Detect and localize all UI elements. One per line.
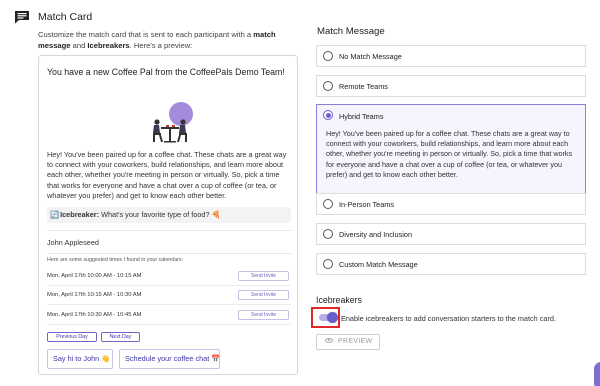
option-label: Custom Match Message xyxy=(339,260,418,269)
divider xyxy=(47,230,291,231)
option-diversity-and-inclusion[interactable]: Diversity and Inclusion xyxy=(316,223,586,245)
time-slot-row: Mon, April 17th 10:15 AM - 10:30 AM Send… xyxy=(47,290,291,302)
match-card-preview: You have a new Coffee Pal from the Coffe… xyxy=(38,55,298,375)
icebreaker-text: What's your favorite type of food? 🍕 xyxy=(99,210,221,219)
radio-button[interactable] xyxy=(323,51,333,61)
option-label: Diversity and Inclusion xyxy=(339,230,413,239)
chat-icon xyxy=(15,11,29,24)
send-invite-button[interactable]: Send Invite xyxy=(238,310,289,320)
radio-button-selected[interactable] xyxy=(323,110,333,120)
option-remote-teams[interactable]: Remote Teams xyxy=(316,75,586,97)
divider xyxy=(47,253,291,254)
radio-button[interactable] xyxy=(323,229,333,239)
preview-button[interactable]: PREVIEW xyxy=(316,334,380,350)
option-label: In-Person Teams xyxy=(339,200,395,209)
card-header: You have a new Coffee Pal from the Coffe… xyxy=(47,67,285,77)
option-label: No Match Message xyxy=(339,52,402,61)
time-slot-label: Mon, April 17th 10:00 AM - 10:15 AM xyxy=(47,273,142,279)
icebreakers-title: Icebreakers xyxy=(316,295,362,305)
next-day-button[interactable]: Next Day xyxy=(101,332,140,342)
toggle-knob[interactable] xyxy=(327,312,338,323)
coffee-chat-illustration xyxy=(153,102,193,143)
refresh-icon: 🔄 xyxy=(50,210,60,219)
divider xyxy=(47,285,291,286)
send-invite-button[interactable]: Send Invite xyxy=(238,271,289,281)
divider xyxy=(47,324,291,325)
divider xyxy=(47,304,291,305)
suggested-times-caption: Here are some suggested times I found in… xyxy=(47,257,184,263)
match-message-title: Match Message xyxy=(317,26,385,37)
section-title: Match Card xyxy=(38,11,93,23)
say-hi-button[interactable]: Say hi to John 👋 xyxy=(47,349,113,369)
time-slot-label: Mon, April 17th 10:15 AM - 10:30 AM xyxy=(47,292,142,298)
schedule-chat-button[interactable]: Schedule your coffee chat 📅 xyxy=(119,349,220,369)
time-slot-row: Mon, April 17th 10:00 AM - 10:15 AM Send… xyxy=(47,271,291,283)
intro-message: Hey! You've been paired up for a coffee … xyxy=(47,150,287,200)
option-custom-match-message[interactable]: Custom Match Message xyxy=(316,253,586,275)
icebreakers-toggle[interactable] xyxy=(311,307,340,328)
option-in-person-teams[interactable]: In-Person Teams xyxy=(316,193,586,215)
user-name: John Appleseed xyxy=(47,238,99,247)
option-label: Remote Teams xyxy=(339,82,388,91)
time-slot-row: Mon, April 17th 10:30 AM - 10:45 AM Send… xyxy=(47,310,291,322)
eye-icon xyxy=(325,338,333,343)
icebreaker-label: Icebreaker: xyxy=(60,210,100,219)
send-invite-button[interactable]: Send Invite xyxy=(238,290,289,300)
option-message-text: Hey! You've been paired up for a coffee … xyxy=(326,129,573,179)
icebreaker-box: 🔄Icebreaker: What's your favorite type o… xyxy=(47,207,291,223)
option-no-match-message[interactable]: No Match Message xyxy=(316,45,586,67)
option-label: Hybrid Teams xyxy=(339,112,384,121)
help-widget-edge[interactable] xyxy=(594,362,600,386)
time-slot-label: Mon, April 17th 10:30 AM - 10:45 AM xyxy=(47,312,142,318)
icebreakers-toggle-label: Enable icebreakers to add conversation s… xyxy=(341,314,556,323)
radio-button[interactable] xyxy=(323,259,333,269)
option-hybrid-teams[interactable]: Hybrid Teams Hey! You've been paired up … xyxy=(316,104,586,194)
previous-day-button[interactable]: Previous Day xyxy=(47,332,97,342)
section-description: Customize the match card that is sent to… xyxy=(38,30,276,50)
radio-button[interactable] xyxy=(323,81,333,91)
radio-button[interactable] xyxy=(323,199,333,209)
